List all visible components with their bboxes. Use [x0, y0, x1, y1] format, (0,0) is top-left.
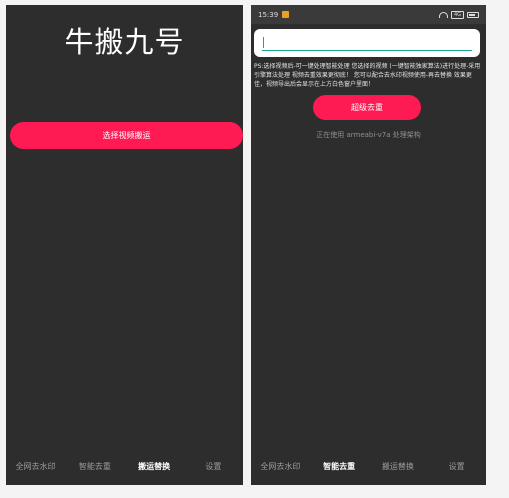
nav-item-settings[interactable]: 设置: [427, 461, 486, 472]
super-dedupe-button[interactable]: 超级去重: [313, 95, 421, 120]
nav-item-dedupe[interactable]: 智能去重: [310, 461, 369, 472]
network-label: 4G: [450, 10, 464, 19]
select-video-button[interactable]: 选择视频搬运: [10, 122, 243, 149]
nav-item-dedupe[interactable]: 智能去重: [65, 461, 124, 472]
right-phone-screen: 15:39 4G PS:选择视频后-可一键处理智能处理 您选择的视频 (一键智能…: [251, 5, 486, 485]
nav-item-watermark[interactable]: 全网去水印: [251, 461, 310, 472]
nav-item-watermark[interactable]: 全网去水印: [6, 461, 65, 472]
architecture-info: 正在使用 armeabi-v7a 处理架构: [316, 131, 421, 139]
instructions-text: PS:选择视频后-可一键处理智能处理 您选择的视频 (一键智能独家算法)进行处理…: [254, 63, 481, 88]
status-bar: 15:39 4G: [251, 5, 486, 24]
app-title: 牛搬九号: [64, 25, 185, 59]
status-time: 15:39: [258, 10, 279, 19]
output-input[interactable]: [262, 35, 472, 51]
bottom-nav: 全网去水印 智能去重 搬运替换 设置: [251, 459, 486, 473]
output-window: [254, 29, 480, 57]
app-notification-icon: [282, 11, 290, 18]
nav-item-replace[interactable]: 搬运替换: [369, 461, 428, 472]
nav-item-settings[interactable]: 设置: [184, 461, 243, 472]
text-caret: [263, 37, 264, 48]
bottom-nav: 全网去水印 智能去重 搬运替换 设置: [6, 459, 243, 473]
left-phone-screen: 牛搬九号 选择视频搬运 全网去水印 智能去重 搬运替换 设置: [6, 5, 243, 485]
battery-icon: [467, 11, 479, 18]
wifi-icon: [438, 11, 448, 18]
nav-item-replace[interactable]: 搬运替换: [125, 461, 184, 472]
